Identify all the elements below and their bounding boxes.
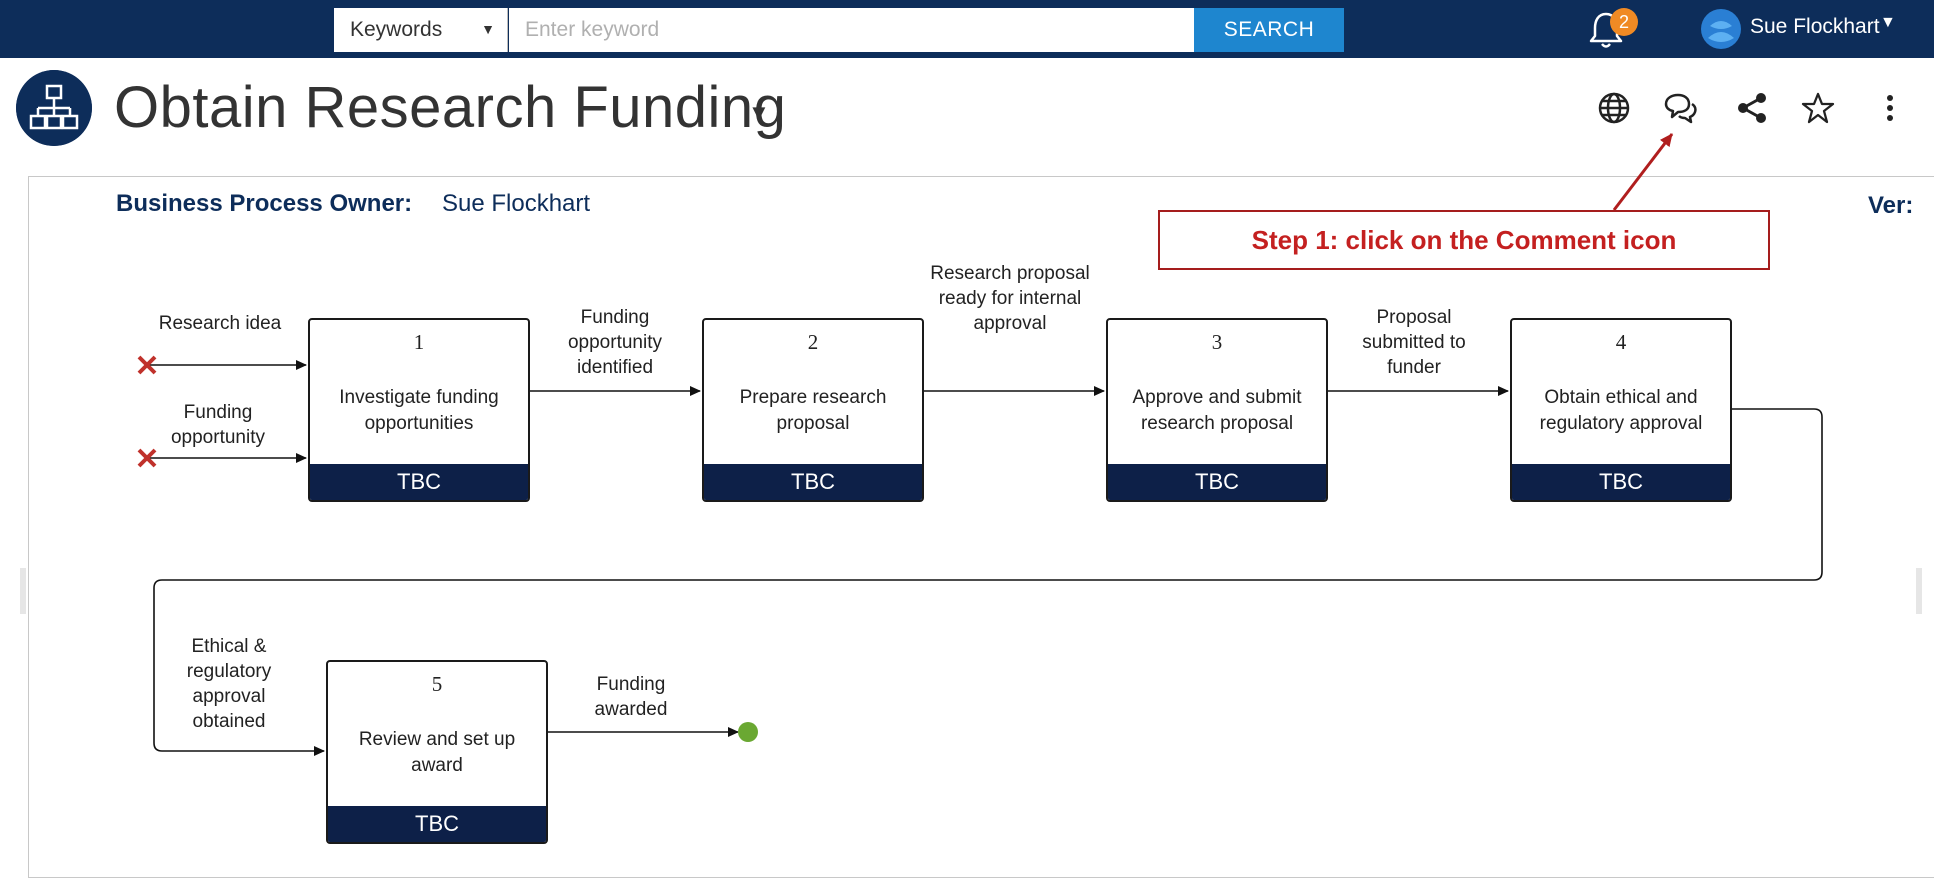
flow-label-4-5: Ethical & regulatory approval obtained: [186, 636, 272, 732]
step-name: Approve and submit research proposal: [1132, 387, 1302, 434]
process-step-1[interactable]: 1 Investigate funding opportunities TBC: [308, 318, 530, 502]
flow-label-2-3: Research proposal ready for internal app…: [930, 263, 1090, 334]
step-number: 1: [413, 330, 425, 354]
step-role: TBC: [328, 806, 546, 842]
step-name: Prepare research proposal: [739, 387, 887, 434]
step-number: 3: [1211, 330, 1223, 354]
step-role: TBC: [310, 464, 528, 500]
callout-pointer-arrow: [1612, 133, 1674, 211]
flow-label-funding-opportunity: Funding opportunity: [170, 402, 265, 448]
step-name: Investigate funding opportunities: [339, 387, 499, 434]
process-step-5[interactable]: 5 Review and set up award TBC: [326, 660, 548, 844]
flow-label-research-idea: Research idea: [158, 313, 282, 334]
step-name: Review and set up award: [358, 729, 516, 776]
step-callout: Step 1: click on the Comment icon: [1158, 210, 1770, 270]
step-number: 4: [1615, 330, 1627, 354]
step-number: 2: [807, 330, 819, 354]
process-step-4[interactable]: 4 Obtain ethical and regulatory approval…: [1510, 318, 1732, 502]
step-number: 5: [431, 672, 443, 696]
process-step-3[interactable]: 3 Approve and submit research proposal T…: [1106, 318, 1328, 502]
end-marker: [738, 722, 758, 742]
step-role: TBC: [1108, 464, 1326, 500]
step-name: Obtain ethical and regulatory approval: [1539, 387, 1703, 434]
flow-label-3-4: Proposal submitted to funder: [1362, 307, 1466, 378]
process-step-2[interactable]: 2 Prepare research proposal TBC: [702, 318, 924, 502]
flow-label-output: Funding awarded: [594, 674, 668, 720]
flow-label-1-2: Funding opportunity identified: [567, 307, 662, 378]
step-role: TBC: [704, 464, 922, 500]
step-role: TBC: [1512, 464, 1730, 500]
